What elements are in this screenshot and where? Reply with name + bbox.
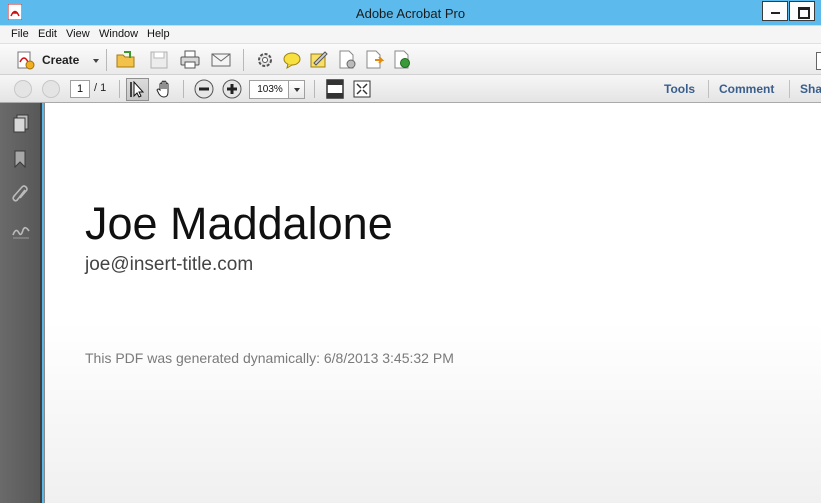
settings-icon[interactable] — [254, 49, 276, 71]
full-screen-icon[interactable] — [351, 78, 373, 100]
zoom-in-icon[interactable] — [221, 78, 243, 100]
menu-view[interactable]: View — [66, 28, 90, 40]
comment-icon[interactable] — [281, 49, 303, 71]
page-up-icon[interactable] — [14, 80, 32, 98]
open-folder-icon[interactable] — [115, 49, 137, 71]
zoom-level-input[interactable]: 103% — [249, 80, 291, 99]
tab-tools[interactable]: Tools — [664, 82, 695, 96]
menu-window[interactable]: Window — [99, 28, 138, 40]
tab-divider — [708, 80, 709, 98]
create-label: Create — [42, 53, 80, 67]
toolbar-divider — [314, 80, 315, 98]
pages-panel-icon[interactable] — [11, 113, 31, 133]
share-icon[interactable] — [363, 49, 385, 71]
attachments-panel-icon[interactable] — [11, 185, 31, 205]
page-down-icon[interactable] — [42, 80, 60, 98]
panel-toggle-button[interactable] — [816, 52, 821, 70]
main-toolbar: Create — [0, 43, 821, 75]
document-heading: Joe Maddalone — [85, 198, 393, 249]
fit-page-icon[interactable] — [324, 78, 346, 100]
select-tool-icon — [130, 81, 145, 98]
menu-file[interactable]: File — [11, 28, 29, 40]
tab-share[interactable]: Sha — [800, 82, 821, 96]
window-title: Adobe Acrobat Pro — [355, 6, 466, 21]
bookmarks-panel-icon[interactable] — [11, 149, 31, 169]
tab-divider — [789, 80, 790, 98]
menu-help[interactable]: Help — [147, 28, 170, 40]
maximize-button[interactable] — [789, 1, 815, 21]
menu-edit[interactable]: Edit — [38, 28, 57, 40]
navigation-toolbar: 1 / 1 103% Tools Comment Sha — [0, 75, 821, 103]
title-bar: Adobe Acrobat Pro — [0, 0, 821, 25]
page-total: / 1 — [94, 82, 107, 94]
email-icon[interactable] — [210, 49, 232, 71]
tab-comment[interactable]: Comment — [719, 82, 774, 96]
print-icon[interactable] — [179, 49, 201, 71]
minimize-button[interactable] — [762, 1, 788, 21]
create-button[interactable]: Create — [13, 48, 101, 72]
zoom-out-icon[interactable] — [193, 78, 215, 100]
export-icon[interactable] — [391, 49, 413, 71]
toolbar-divider — [119, 80, 120, 98]
toolbar-divider — [106, 49, 107, 71]
menu-bar: File Edit View Window Help — [0, 25, 821, 43]
create-icon — [17, 51, 35, 70]
sign-icon[interactable] — [308, 49, 330, 71]
zoom-dropdown-button[interactable] — [288, 80, 305, 99]
save-icon[interactable] — [148, 49, 170, 71]
page-number-input[interactable]: 1 — [70, 80, 90, 98]
chevron-down-icon — [93, 59, 99, 63]
toolbar-divider — [183, 80, 184, 98]
toolbar-divider — [243, 49, 244, 71]
document-generated-note: This PDF was generated dynamically: 6/8/… — [85, 350, 454, 366]
signatures-panel-icon[interactable] — [11, 221, 31, 241]
document-view[interactable]: Joe Maddalone joe@insert-title.com This … — [44, 103, 821, 503]
secure-icon[interactable] — [336, 49, 358, 71]
document-email: joe@insert-title.com — [85, 254, 254, 275]
navigation-pane — [0, 103, 42, 503]
select-tool-button[interactable] — [126, 78, 149, 101]
hand-tool-icon[interactable] — [154, 78, 176, 100]
